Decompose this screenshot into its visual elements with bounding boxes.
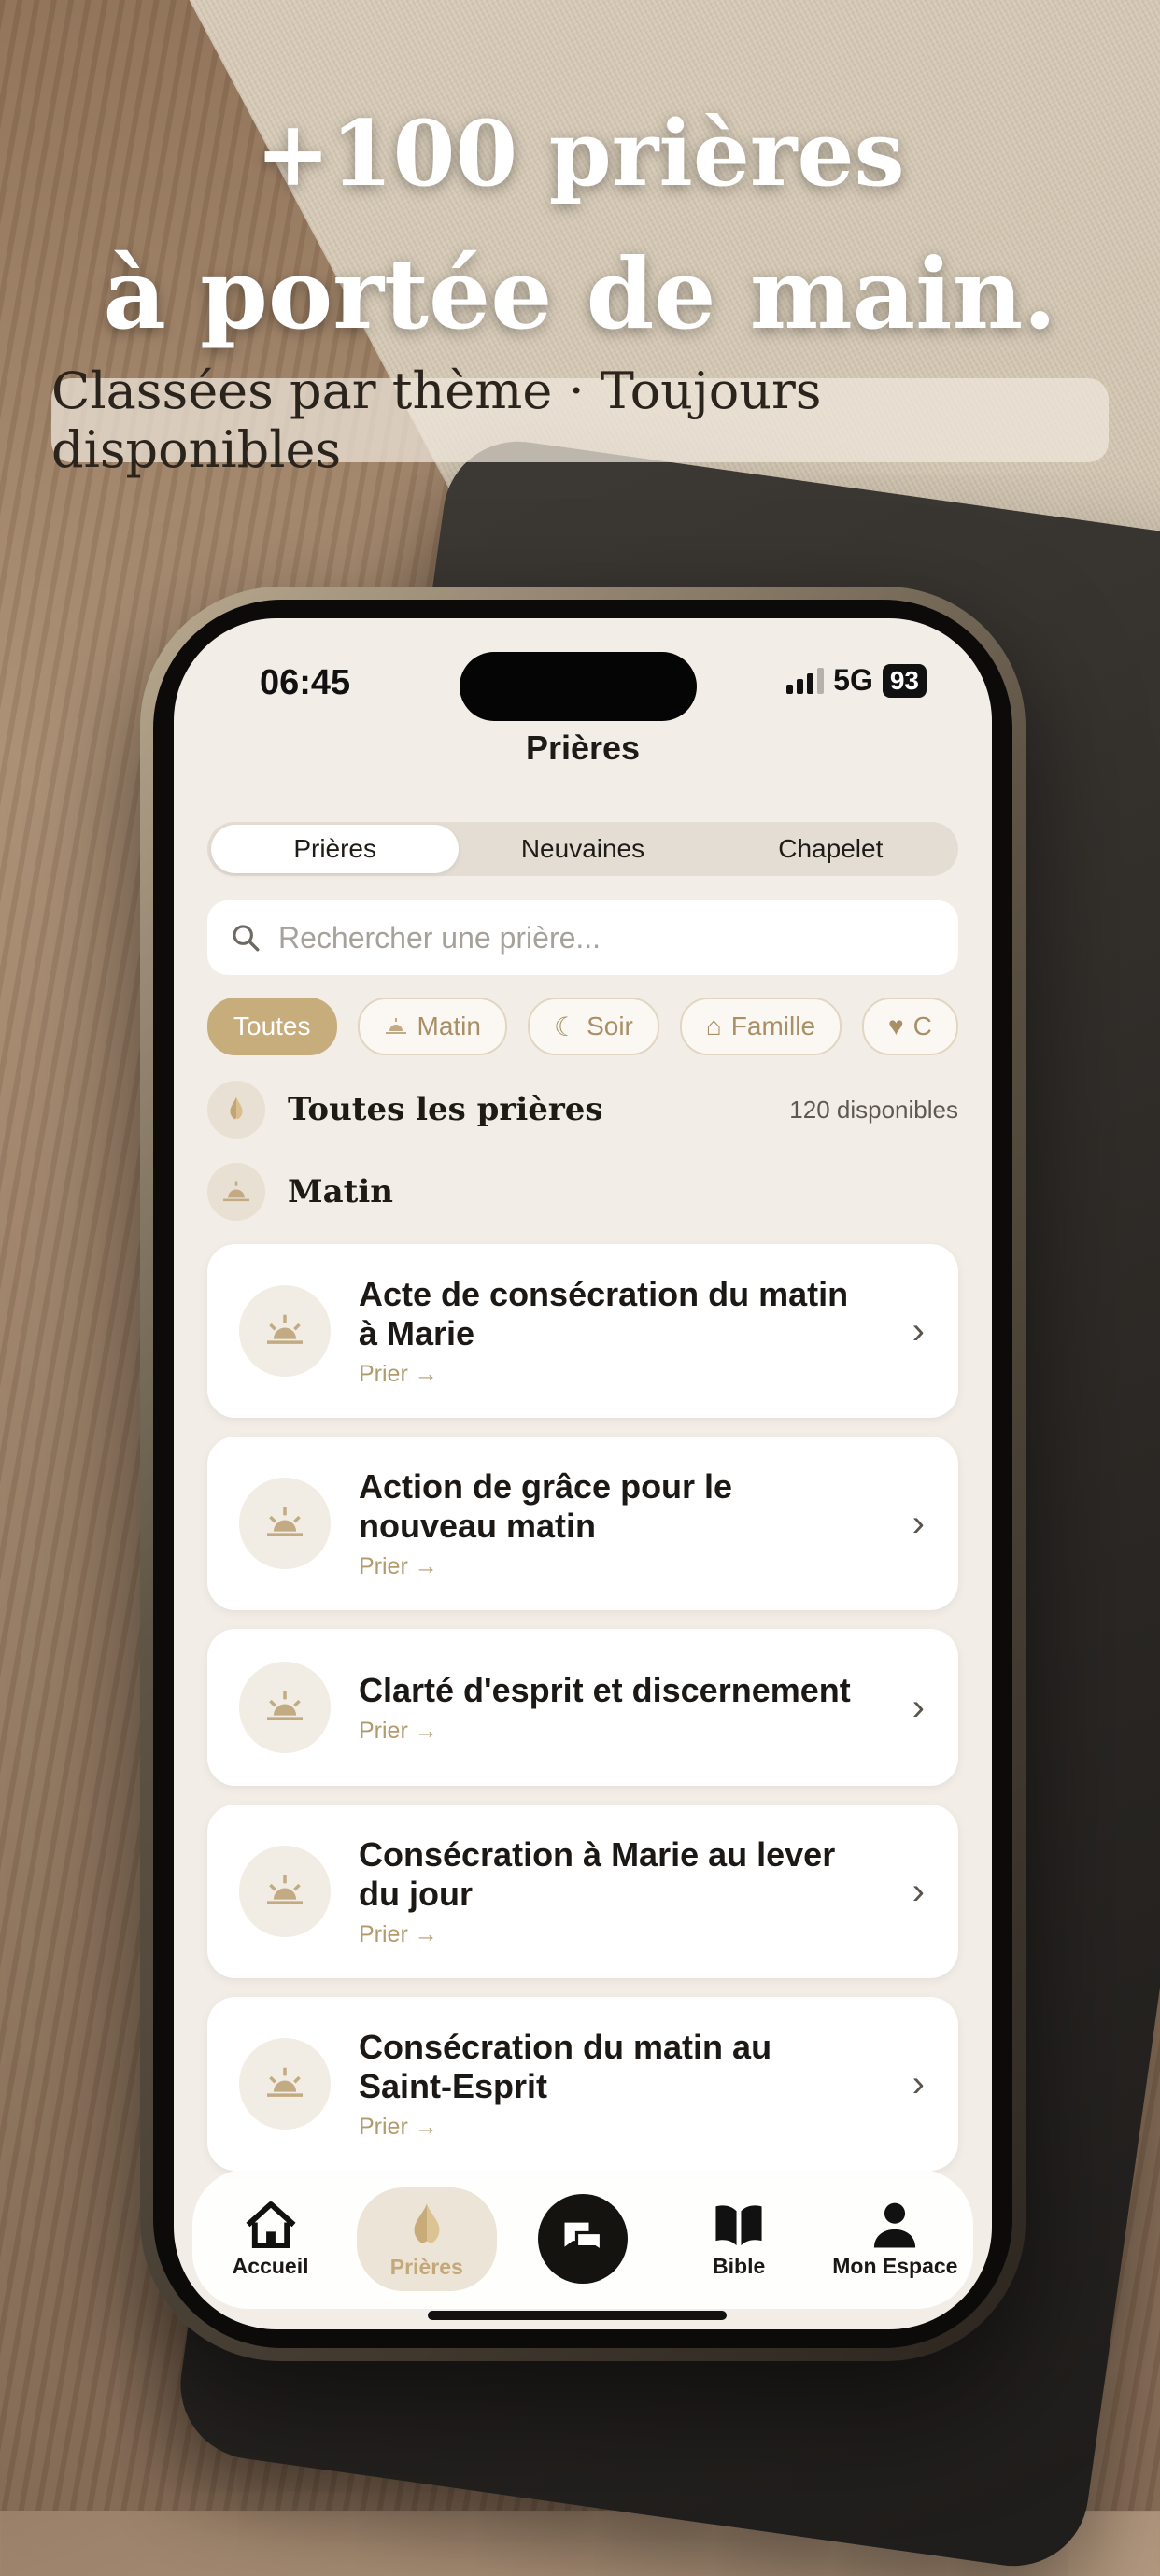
chip-label: Toutes bbox=[233, 1012, 311, 1040]
prayer-title: Clarté d'esprit et discernement bbox=[359, 1670, 851, 1709]
book-icon bbox=[715, 2204, 762, 2245]
signal-icon bbox=[786, 667, 825, 694]
tab-accueil[interactable]: Accueil bbox=[201, 2200, 341, 2279]
section-matin: Matin bbox=[207, 1163, 958, 1221]
prayer-title: Acte de consécration du matin bbox=[359, 1274, 849, 1313]
tab-label: Bible bbox=[713, 2253, 766, 2278]
dynamic-island bbox=[460, 652, 697, 721]
network-label: 5G bbox=[833, 663, 873, 697]
chevron-right-icon: › bbox=[912, 1686, 925, 1728]
prayer-card[interactable]: Action de grâce pour le nouveau matin Pri… bbox=[207, 1437, 958, 1610]
prayer-title: Action de grâce pour le bbox=[359, 1466, 733, 1506]
chevron-right-icon: › bbox=[912, 1502, 925, 1544]
prayer-card[interactable]: Consécration à Marie au lever du jour Pri… bbox=[207, 1805, 958, 1978]
prayer-card[interactable]: Consécration du matin au Saint-Esprit Pri… bbox=[207, 1997, 958, 2171]
chevron-right-icon: › bbox=[912, 2062, 925, 2104]
tab-bible[interactable]: Bible bbox=[669, 2200, 809, 2279]
prayer-count: 120 disponibles bbox=[789, 1095, 958, 1124]
house-icon: ⌂ bbox=[705, 1012, 722, 1040]
bottom-tab-bar: Accueil Prières Bible Mon Espace bbox=[192, 2169, 973, 2309]
prayer-title: Consécration du matin au bbox=[359, 2027, 772, 2066]
chip-matin[interactable]: Matin bbox=[357, 998, 507, 1055]
chip-label: Soir bbox=[587, 1012, 633, 1040]
person-icon bbox=[874, 2202, 916, 2248]
chip-label: Matin bbox=[417, 1012, 481, 1040]
section-all-prayers: Toutes les prières 120 disponibles bbox=[207, 1081, 958, 1139]
sunrise-icon bbox=[385, 1018, 406, 1034]
pray-link[interactable]: Prier → bbox=[359, 1361, 884, 1388]
pray-link[interactable]: Prier → bbox=[359, 2114, 884, 2141]
prayer-card[interactable]: Clarté d'esprit et discernement Prier → … bbox=[207, 1629, 958, 1786]
search-icon bbox=[233, 925, 260, 952]
status-time: 06:45 bbox=[260, 663, 351, 702]
tab-chat[interactable] bbox=[513, 2194, 653, 2284]
prayer-title: Consécration à Marie au lever bbox=[359, 1834, 836, 1874]
tab-prieres-nav[interactable]: Prières bbox=[356, 2187, 497, 2291]
chip-soir[interactable]: ☾ Soir bbox=[527, 998, 659, 1055]
page-title: Prières bbox=[525, 729, 641, 767]
section-title: Toutes les prières bbox=[288, 1091, 603, 1128]
chip-label: C bbox=[912, 1012, 932, 1040]
home-icon bbox=[246, 2201, 296, 2248]
pray-link[interactable]: Prier → bbox=[359, 1921, 884, 1948]
chip-label: Famille bbox=[730, 1012, 816, 1040]
pray-link[interactable]: Prier → bbox=[359, 1553, 884, 1580]
tab-label: Prières bbox=[389, 2254, 463, 2279]
promo-headline-line2: à portée de main. bbox=[103, 236, 1057, 351]
battery-icon: 93 bbox=[882, 663, 927, 698]
sunrise-icon bbox=[239, 1478, 331, 1569]
chevron-right-icon: › bbox=[912, 1870, 925, 1912]
sunrise-icon bbox=[239, 1846, 331, 1937]
tab-label: Accueil bbox=[232, 2253, 309, 2278]
praying-hands-icon bbox=[414, 2203, 440, 2243]
sunrise-icon bbox=[239, 1662, 331, 1753]
chevron-right-icon: › bbox=[912, 1309, 925, 1352]
pray-link[interactable]: Prier → bbox=[359, 1718, 884, 1745]
promo-subtitle: Classées par thème · Toujours disponible… bbox=[51, 361, 1109, 479]
prayer-card[interactable]: Acte de consécration du matin à Marie Pri… bbox=[207, 1244, 958, 1418]
home-indicator bbox=[428, 2311, 727, 2320]
tab-prieres[interactable]: Prières bbox=[211, 825, 460, 873]
praying-hands-icon bbox=[207, 1081, 265, 1139]
chip-toutes[interactable]: Toutes bbox=[207, 998, 337, 1055]
sunrise-icon bbox=[239, 1285, 331, 1377]
prayer-title-cont: du jour bbox=[359, 1874, 473, 1913]
phone-frame: 06:45 5G 93 Prières Prières Neuvaines Ch… bbox=[140, 587, 1026, 2361]
chip-famille[interactable]: ⌂ Famille bbox=[679, 998, 842, 1055]
tab-mon-espace[interactable]: Mon Espace bbox=[825, 2200, 965, 2279]
app-screen: 06:45 5G 93 Prières Prières Neuvaines Ch… bbox=[174, 618, 992, 2329]
prayer-title-cont: nouveau matin bbox=[359, 1506, 597, 1545]
segmented-control: Prières Neuvaines Chapelet bbox=[207, 822, 958, 876]
section-title: Matin bbox=[288, 1173, 394, 1210]
search-placeholder: Rechercher une prière... bbox=[278, 920, 601, 955]
promo-headline-line1: +100 prières bbox=[255, 101, 905, 206]
status-indicators: 5G 93 bbox=[786, 663, 927, 698]
prayer-title-cont: Saint-Esprit bbox=[359, 2066, 548, 2105]
filter-chips: Toutes Matin ☾ Soir ⌂ Famille ♥ C bbox=[207, 998, 958, 1055]
heart-icon: ♥ bbox=[888, 1012, 904, 1040]
sunrise-icon bbox=[239, 2038, 331, 2130]
tab-neuvaines[interactable]: Neuvaines bbox=[459, 825, 706, 873]
chip-coeur[interactable]: ♥ C bbox=[862, 998, 958, 1055]
search-input[interactable]: Rechercher une prière... bbox=[207, 900, 958, 975]
moon-icon: ☾ bbox=[553, 1012, 578, 1041]
tab-label: Mon Espace bbox=[832, 2253, 958, 2278]
prayer-title-cont: à Marie bbox=[359, 1313, 475, 1352]
chat-icon bbox=[537, 2194, 628, 2284]
tab-chapelet[interactable]: Chapelet bbox=[707, 825, 955, 873]
sunrise-icon bbox=[207, 1163, 265, 1221]
